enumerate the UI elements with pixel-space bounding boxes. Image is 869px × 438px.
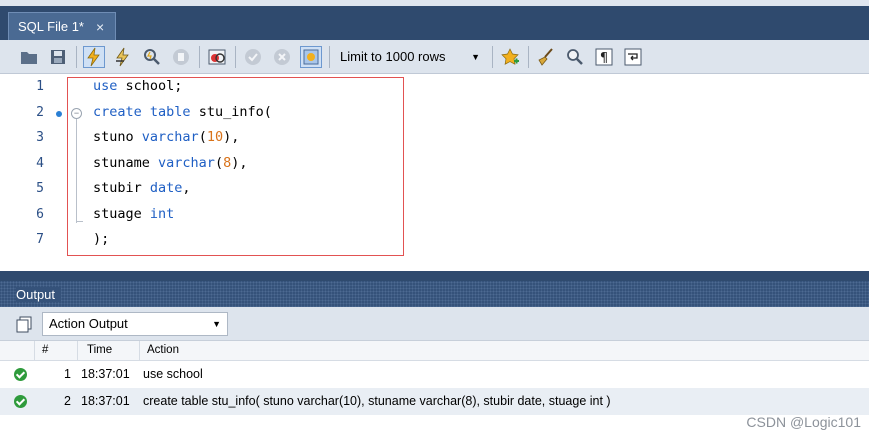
column-header-action[interactable]: Action	[147, 344, 179, 356]
line-number: 1	[36, 79, 44, 94]
output-grid-header: # Time Action	[0, 341, 869, 361]
tab-strip-top-border	[0, 0, 869, 6]
tab-sql-file-1[interactable]: SQL File 1* ×	[8, 12, 116, 40]
autocommit-icon[interactable]	[300, 45, 322, 68]
row-number: 1	[64, 367, 71, 381]
chevron-down-icon: ▼	[471, 51, 480, 62]
selection-highlight-box	[67, 77, 404, 256]
sql-editor[interactable]: 1 use school; 2 create table stu_info(3 stun…	[0, 75, 869, 271]
row-action: create table stu_info( stuno varchar(10)…	[143, 394, 611, 408]
toolbar-separator	[76, 45, 77, 68]
toolbar-separator	[492, 45, 493, 68]
column-header-number[interactable]: #	[42, 344, 48, 356]
toolbar-separator	[199, 45, 200, 68]
close-icon[interactable]: ×	[96, 19, 104, 35]
column-separator[interactable]	[77, 341, 78, 361]
bookmark-star-icon[interactable]	[499, 46, 521, 68]
limit-rows-label: Limit to 1000 rows	[340, 49, 446, 64]
find-icon[interactable]	[564, 46, 586, 68]
editor-tab-strip: SQL File 1* ×	[0, 0, 869, 40]
toolbar-separator	[329, 45, 330, 68]
output-title: Output	[16, 286, 62, 302]
success-check-icon	[14, 368, 27, 381]
row-action: use school	[143, 367, 203, 381]
rollback-icon[interactable]	[271, 46, 293, 68]
beautify-broom-icon[interactable]	[535, 46, 557, 68]
table-row[interactable]: 1 18:37:01 use school	[0, 361, 869, 388]
line-number: 4	[36, 155, 44, 171]
line-number: 2	[36, 104, 44, 120]
sql-editor-toolbar: Limit to 1000 rows ▼ ¶	[0, 40, 869, 74]
output-type-value: Action Output	[49, 316, 128, 331]
toggle-error-icon[interactable]	[206, 46, 228, 68]
explain-icon[interactable]	[141, 46, 163, 68]
line-number: 5	[36, 181, 44, 196]
word-wrap-icon[interactable]	[622, 46, 644, 68]
statement-marker-icon	[56, 110, 62, 117]
line-number: 3	[36, 130, 44, 145]
execute-current-icon[interactable]	[112, 46, 134, 68]
success-check-icon	[14, 395, 27, 408]
save-icon[interactable]	[47, 46, 69, 68]
invisible-chars-icon[interactable]: ¶	[593, 46, 615, 68]
output-panel-header: Output	[0, 281, 869, 307]
copy-icon[interactable]	[14, 314, 34, 334]
row-time: 18:37:01	[81, 367, 130, 381]
line-number: 7	[36, 232, 44, 247]
toolbar-separator	[235, 45, 236, 68]
watermark: CSDN @Logic101	[746, 414, 861, 430]
row-time: 18:37:01	[81, 394, 130, 408]
panel-splitter[interactable]	[0, 271, 869, 281]
output-toolbar: Action Output ▼	[0, 307, 869, 341]
folder-icon[interactable]	[18, 46, 40, 68]
column-separator[interactable]	[139, 341, 140, 361]
stop-icon[interactable]	[170, 46, 192, 68]
column-separator[interactable]	[34, 341, 35, 361]
tab-title: SQL File 1*	[18, 19, 84, 34]
toolbar-separator	[528, 45, 529, 68]
execute-icon[interactable]	[83, 45, 105, 68]
chevron-down-icon: ▼	[212, 318, 221, 329]
row-number: 2	[64, 394, 71, 408]
output-type-select[interactable]: Action Output ▼	[42, 311, 228, 336]
limit-rows-select[interactable]: Limit to 1000 rows ▼	[336, 46, 484, 68]
commit-icon[interactable]	[242, 46, 264, 68]
table-row[interactable]: 2 18:37:01 create table stu_info( stuno …	[0, 388, 869, 415]
line-number: 6	[36, 206, 44, 222]
column-header-time[interactable]: Time	[87, 344, 112, 356]
svg-text:¶: ¶	[600, 51, 608, 66]
